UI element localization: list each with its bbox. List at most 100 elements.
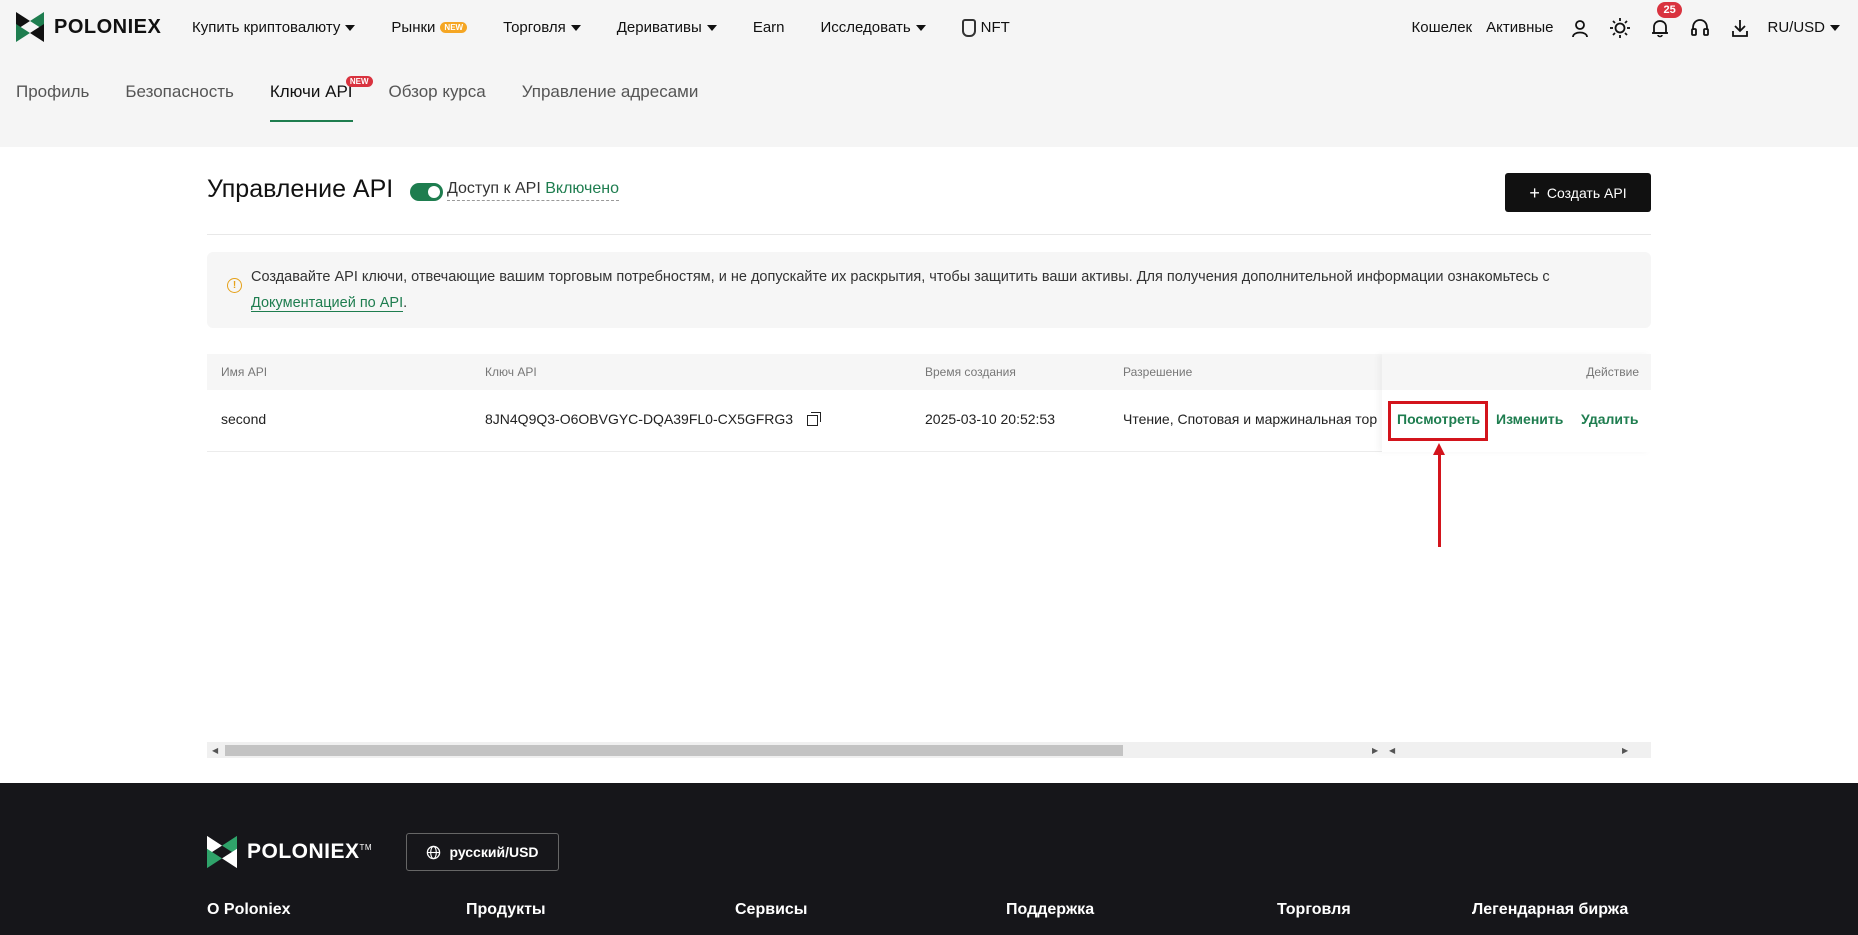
tab-security[interactable]: Безопасность xyxy=(125,82,233,122)
notice-suffix: . xyxy=(403,295,408,311)
api-access-label: Доступ к API xyxy=(447,180,541,197)
user-icon[interactable] xyxy=(1567,15,1593,41)
footer-products[interactable]: Продукты xyxy=(466,901,546,919)
new-badge: NEW xyxy=(345,76,373,87)
tab-course-overview-label: Обзор курса xyxy=(388,82,486,101)
download-icon[interactable] xyxy=(1727,15,1753,41)
edit-api-button[interactable]: Изменить xyxy=(1496,411,1563,427)
footer-logo[interactable]: POLONIEXTM xyxy=(207,835,372,869)
new-badge: NEW xyxy=(440,22,468,33)
col-api-name: Имя API xyxy=(221,365,268,379)
page-title: Управление API xyxy=(207,175,394,203)
api-key-cell: 8JN4Q9Q3-O6OBVGYC-DQA39FL0-CX5GFRG3 xyxy=(485,411,821,427)
assets-link[interactable]: Активные xyxy=(1486,19,1553,36)
nav-nft[interactable]: NFT xyxy=(961,18,1010,37)
nav-markets-label: Рынки xyxy=(391,19,436,36)
col-action: Действие xyxy=(1586,365,1639,379)
delete-api-button[interactable]: Удалить xyxy=(1581,411,1638,427)
footer-trading[interactable]: Торговля xyxy=(1277,901,1351,919)
notice-text: Создавайте API ключи, отвечающие вашим т… xyxy=(251,264,1631,316)
nav-buy-crypto-label: Купить криптовалюту xyxy=(192,19,341,36)
tab-address-management-label: Управление адресами xyxy=(521,82,699,101)
globe-icon xyxy=(427,845,441,859)
nav-nft-label: NFT xyxy=(980,19,1010,36)
support-headset-icon[interactable] xyxy=(1687,15,1713,41)
caret-down-icon xyxy=(915,24,926,31)
tab-api-keys[interactable]: Ключи API NEW xyxy=(269,76,373,122)
api-name-cell: second xyxy=(221,411,267,427)
api-access-status[interactable]: Доступ к API Включено xyxy=(447,180,620,201)
horizontal-scrollbar[interactable]: ◀ ▶ ◀ ▶ xyxy=(207,742,1651,758)
api-access-toggle[interactable] xyxy=(410,183,443,201)
tab-course-overview[interactable]: Обзор курса xyxy=(389,82,486,122)
nav-explore-label: Исследовать xyxy=(820,19,911,36)
account-tabs: Профиль Безопасность Ключи API NEW Обзор… xyxy=(16,76,699,122)
nav-markets[interactable]: Рынки NEW xyxy=(391,19,468,36)
nav-trade-label: Торговля xyxy=(503,19,566,36)
top-navigation: POLONIEX Купить криптовалюту Рынки NEW Т… xyxy=(0,0,1858,55)
footer-legendary-exchange[interactable]: Легендарная биржа xyxy=(1472,901,1628,919)
footer-logo-name: POLONIEX xyxy=(247,840,360,863)
scroll-right-icon[interactable]: ▶ xyxy=(1372,746,1378,755)
scroll-left-icon[interactable]: ◀ xyxy=(1389,746,1395,755)
api-docs-link[interactable]: Документацией по API xyxy=(251,295,404,312)
api-management-panel: Управление API Доступ к API Включено + С… xyxy=(0,147,1858,783)
permission-cell: Чтение, Спотовая и маржинальная тор xyxy=(1123,411,1378,427)
api-key-value: 8JN4Q9Q3-O6OBVGYC-DQA39FL0-CX5GFRG3 xyxy=(485,411,794,427)
footer-about[interactable]: О Poloniex xyxy=(207,901,291,919)
arrow-annotation-line xyxy=(1438,449,1441,547)
footer-support[interactable]: Поддержка xyxy=(1006,901,1094,919)
poloniex-logo[interactable]: POLONIEX xyxy=(16,12,161,42)
nav-derivatives[interactable]: Деривативы xyxy=(617,19,717,36)
notification-bell-icon[interactable]: 25 xyxy=(1647,1,1682,41)
col-api-key: Ключ API xyxy=(485,365,537,379)
create-api-button[interactable]: + Создать API xyxy=(1505,173,1651,212)
wallet-link[interactable]: Кошелек xyxy=(1411,19,1472,36)
tab-profile-label: Профиль xyxy=(16,82,90,101)
trademark: TM xyxy=(359,843,373,852)
poloniex-logo-icon xyxy=(207,835,237,869)
plus-icon: + xyxy=(1529,182,1540,203)
highlight-box-annotation xyxy=(1388,401,1488,441)
nav-trade[interactable]: Торговля xyxy=(503,19,581,36)
tab-api-keys-label: Ключи API xyxy=(269,82,353,101)
locale-label: RU/USD xyxy=(1767,19,1825,36)
scroll-left-icon[interactable]: ◀ xyxy=(212,746,218,755)
tab-address-management[interactable]: Управление адресами xyxy=(522,82,699,122)
language-button[interactable]: русский/USD xyxy=(406,833,559,871)
caret-down-icon xyxy=(345,24,356,31)
language-label: русский/USD xyxy=(449,844,539,860)
nav-derivatives-label: Деривативы xyxy=(616,19,702,36)
info-notice: ! Создавайте API ключи, отвечающие вашим… xyxy=(207,252,1651,328)
user-menu: Кошелек Активные 25 RU/USD xyxy=(1411,0,1840,55)
tab-security-label: Безопасность xyxy=(125,82,234,101)
nav-explore[interactable]: Исследовать xyxy=(821,19,926,36)
caret-down-icon xyxy=(706,24,717,31)
notification-count-badge: 25 xyxy=(1657,1,1682,18)
theme-sun-icon[interactable] xyxy=(1607,15,1633,41)
main-menu: Купить криптовалюту Рынки NEW Торговля Д… xyxy=(192,0,1046,55)
scrollbar-thumb[interactable] xyxy=(225,745,1123,756)
scroll-right-icon[interactable]: ▶ xyxy=(1622,746,1628,755)
footer-services[interactable]: Сервисы xyxy=(735,901,807,919)
caret-down-icon xyxy=(570,24,581,31)
footer: POLONIEXTM русский/USD О Poloniex Продук… xyxy=(0,783,1858,935)
locale-selector[interactable]: RU/USD xyxy=(1767,19,1840,36)
nav-earn-label: Earn xyxy=(752,19,785,36)
col-permission: Разрешение xyxy=(1123,365,1193,379)
created-cell: 2025-03-10 20:52:53 xyxy=(925,411,1055,427)
nav-buy-crypto[interactable]: Купить криптовалюту xyxy=(192,19,356,36)
create-api-label: Создать API xyxy=(1546,184,1627,201)
action-column-header: Действие xyxy=(1382,354,1651,390)
nft-icon xyxy=(961,18,976,37)
nav-earn[interactable]: Earn xyxy=(753,19,785,36)
footer-logo-text: POLONIEXTM xyxy=(247,840,372,864)
logo-text: POLONIEX xyxy=(54,15,162,38)
col-created: Время создания xyxy=(925,365,1016,379)
notice-body: Создавайте API ключи, отвечающие вашим т… xyxy=(251,269,1550,285)
tab-profile[interactable]: Профиль xyxy=(16,82,89,122)
divider xyxy=(207,234,1651,235)
api-access-enabled: Включено xyxy=(545,180,620,197)
copy-icon[interactable] xyxy=(807,412,821,426)
caret-down-icon xyxy=(1830,24,1840,31)
